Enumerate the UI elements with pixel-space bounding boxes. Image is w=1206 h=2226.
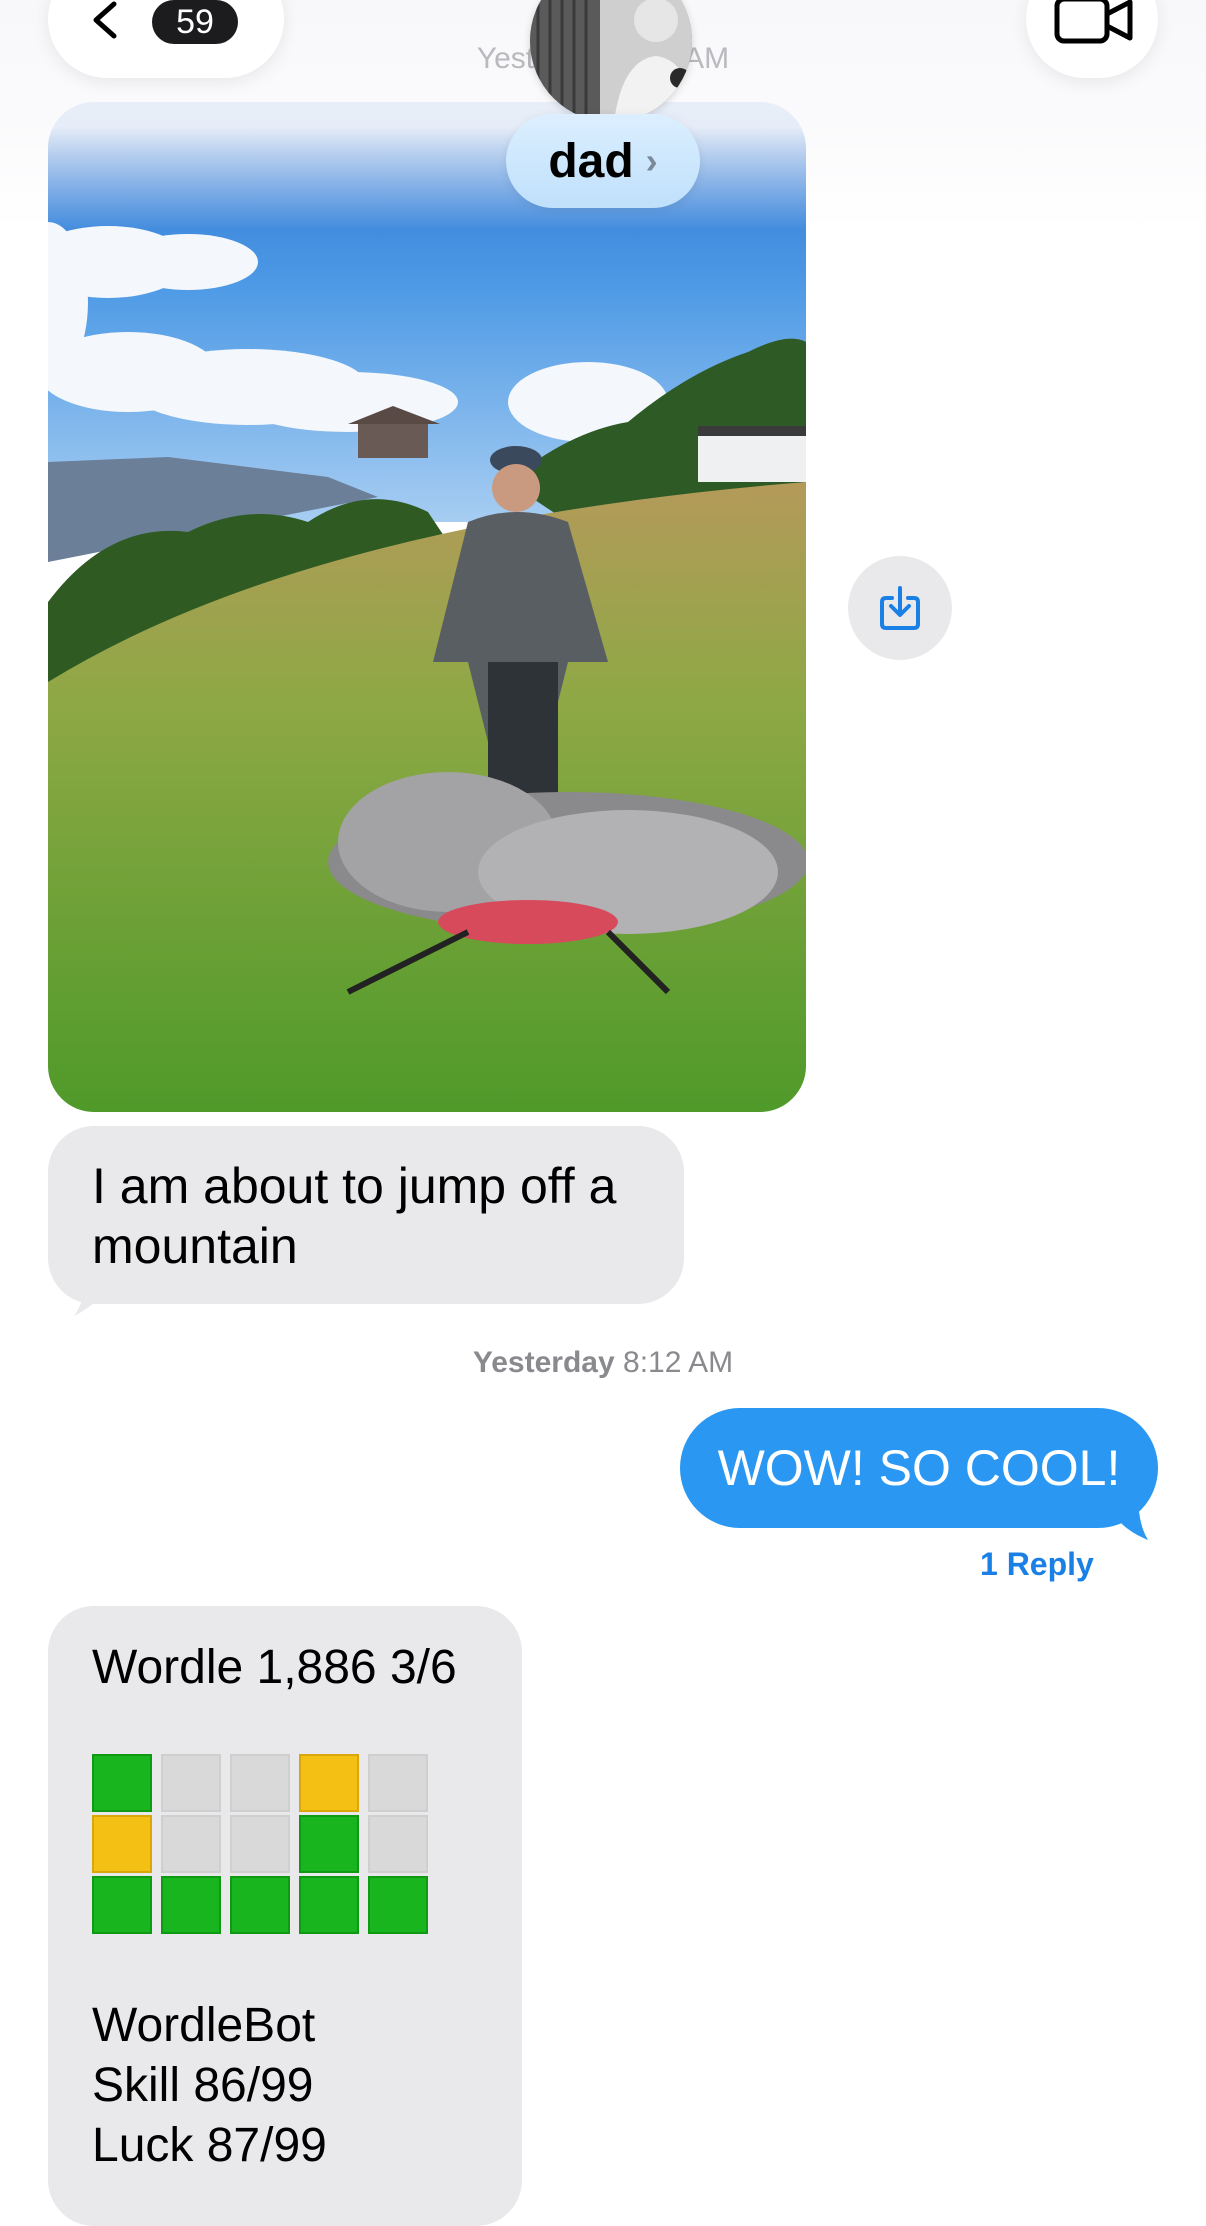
wordle-cell-gray [161, 1815, 221, 1873]
save-download-icon [880, 586, 920, 630]
back-button[interactable]: 59 [48, 0, 284, 78]
wordle-message-bubble[interactable]: Wordle 1,886 3/6 WordleBot Skill 86/99 L… [48, 1606, 522, 2226]
message-timestamp: Yesterday 8:12 AM [472, 1346, 734, 1379]
wordlebot-skill: Skill 86/99 [92, 2059, 314, 2112]
save-photo-button[interactable] [848, 556, 952, 660]
message-photo[interactable] [48, 102, 806, 1112]
wordle-cell-yellow [299, 1754, 359, 1812]
unread-count-badge: 59 [152, 0, 238, 44]
contact-name-button[interactable]: dad › [506, 114, 700, 208]
wordlebot-luck: Luck 87/99 [92, 2119, 327, 2172]
wordle-cell-gray [230, 1754, 290, 1812]
contact-name: dad [548, 134, 634, 188]
wordle-cell-green [92, 1876, 152, 1934]
reply-count-link[interactable]: 1 Reply [980, 1546, 1100, 1583]
paragliding-photo [48, 102, 806, 1112]
wordle-title: Wordle 1,886 3/6 [92, 1641, 457, 1694]
chevron-left-icon [93, 1, 117, 39]
wordle-cell-green [368, 1876, 428, 1934]
video-camera-icon [1054, 0, 1133, 44]
wordlebot-label: WordleBot [92, 1999, 316, 2052]
wordle-cell-yellow [92, 1815, 152, 1873]
wordle-cell-gray [368, 1815, 428, 1873]
wordle-cell-gray [230, 1815, 290, 1873]
chevron-right-icon: › [645, 140, 658, 181]
outgoing-message-bubble[interactable]: WOW! SO COOL! [680, 1408, 1158, 1528]
incoming-message-bubble[interactable]: I am about to jump off a mountain [48, 1126, 684, 1304]
wordle-cell-green [161, 1876, 221, 1934]
incoming-bubble-tail [74, 1270, 116, 1316]
wordle-cell-gray [368, 1754, 428, 1812]
outgoing-bubble-tail [1108, 1494, 1148, 1540]
wordle-cell-gray [161, 1754, 221, 1812]
wordle-cell-green [92, 1754, 152, 1812]
wordlebot-stats: WordleBot Skill 86/99 Luck 87/99 [92, 1996, 327, 2176]
wordle-grid [92, 1754, 436, 1938]
wordle-cell-green [230, 1876, 290, 1934]
wordle-cell-green [299, 1815, 359, 1873]
wordle-cell-green [299, 1876, 359, 1934]
